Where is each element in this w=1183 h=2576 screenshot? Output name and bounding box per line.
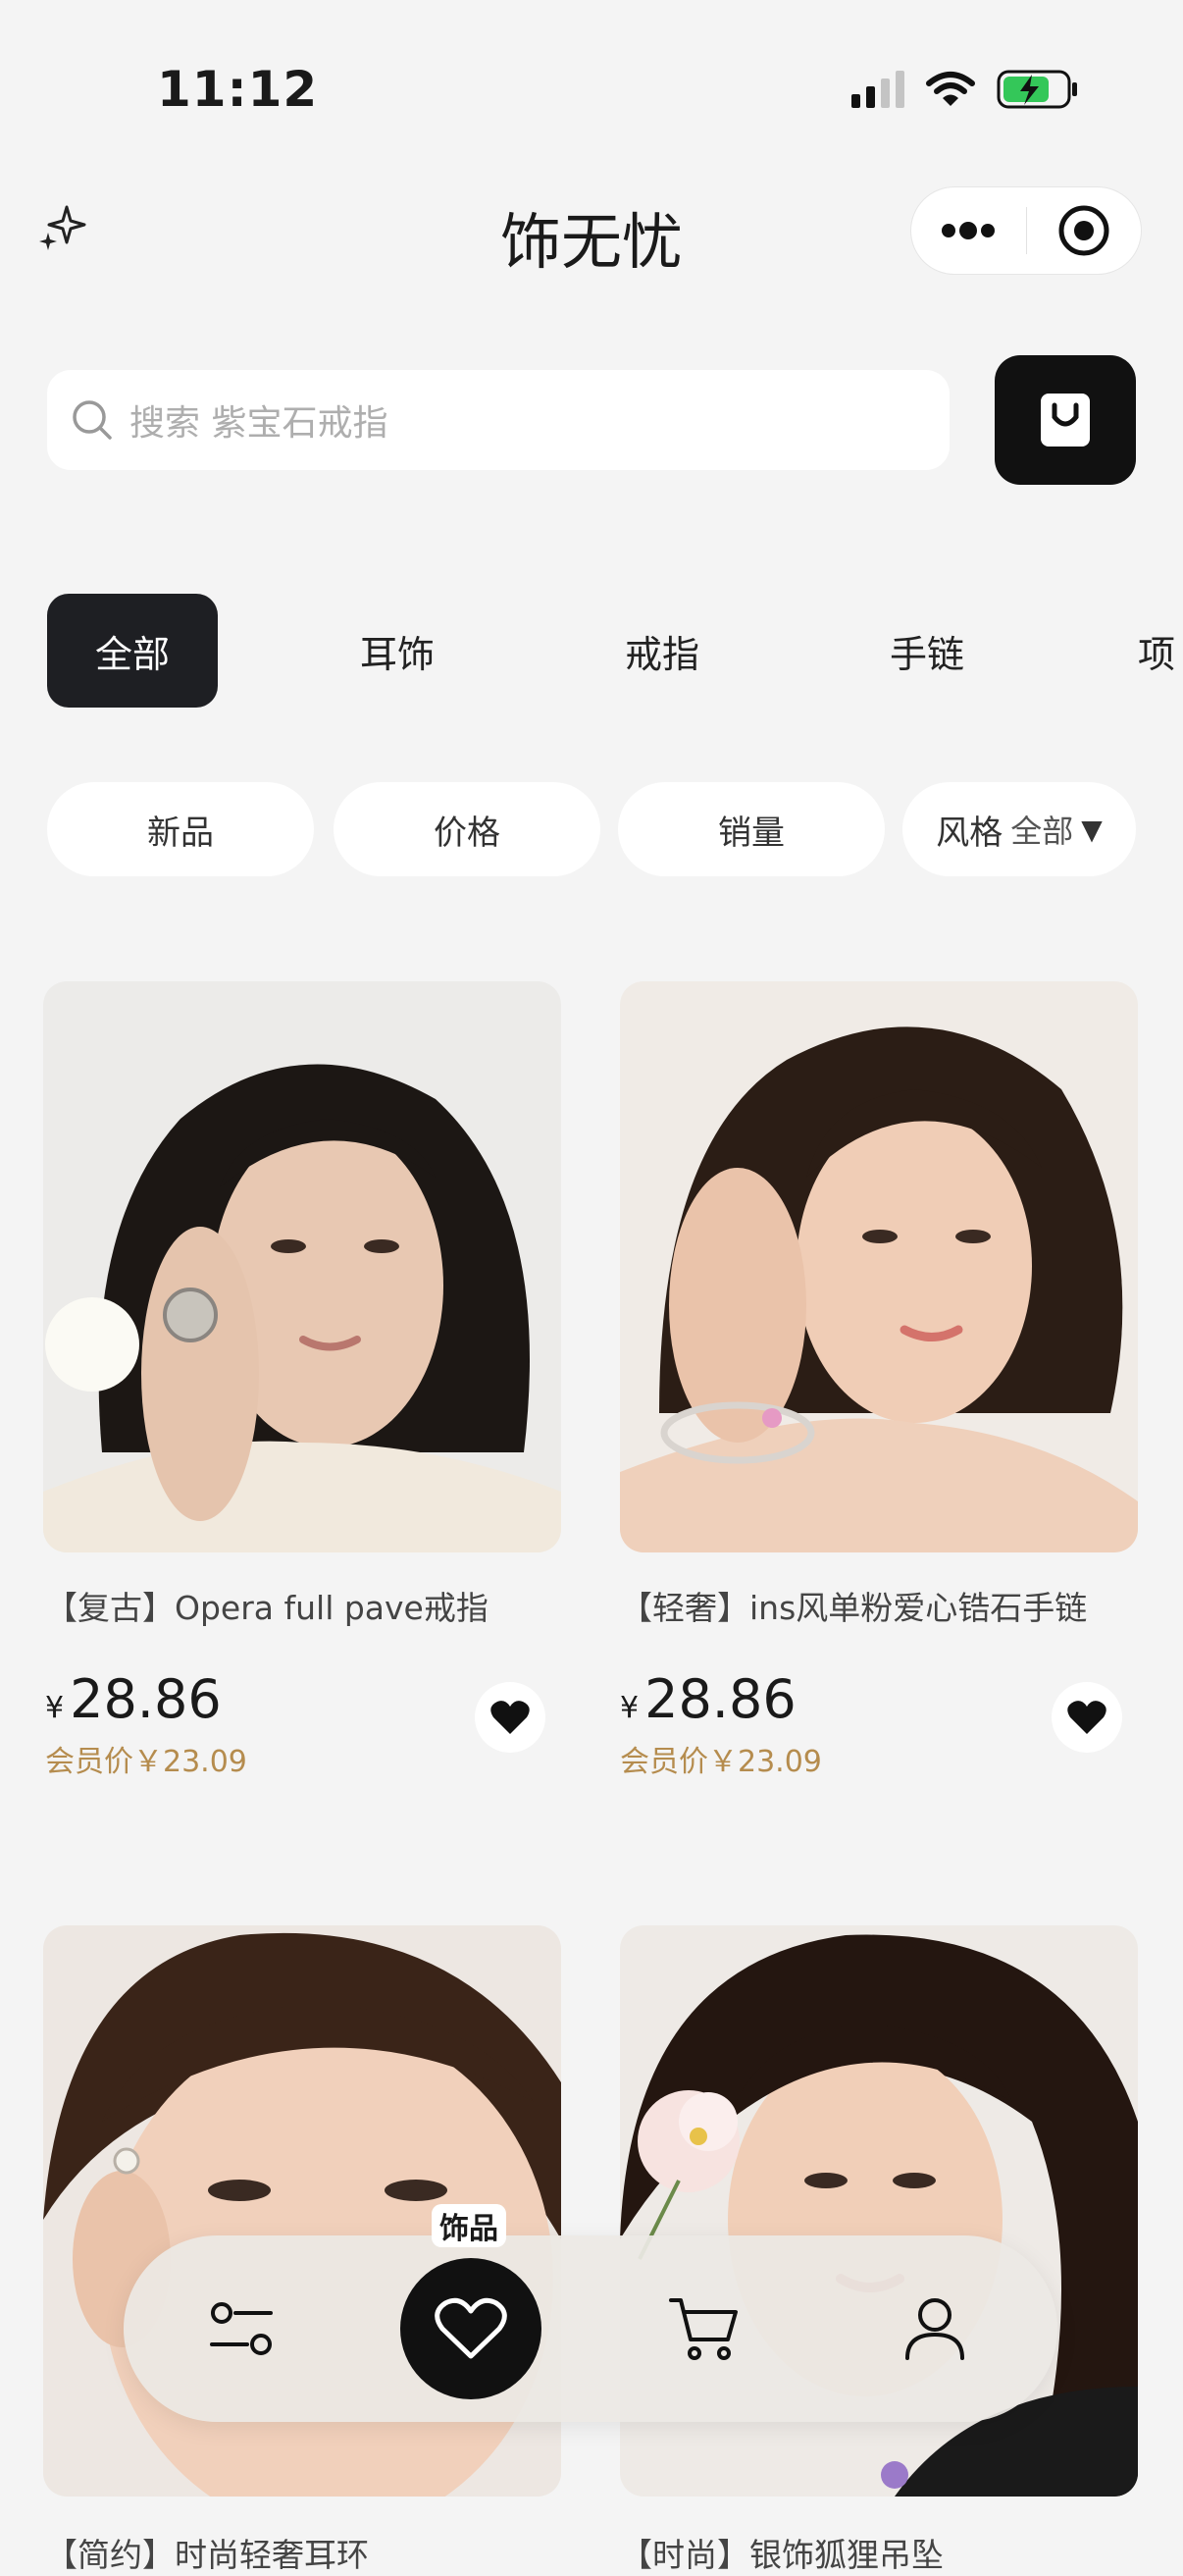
product-image[interactable] xyxy=(43,981,561,1552)
tab-profile[interactable] xyxy=(876,2235,994,2422)
bottom-tab-bar xyxy=(124,2235,1057,2422)
tab-jewelry[interactable] xyxy=(400,2258,541,2399)
product-name[interactable]: 【复古】Opera full pave戒指 xyxy=(45,1582,489,1629)
category-tab-all[interactable]: 全部 xyxy=(47,594,218,708)
member-price: 会员价￥23.09 xyxy=(620,1745,822,1779)
currency-symbol: ¥ xyxy=(45,1691,65,1725)
tab-filter[interactable] xyxy=(182,2235,300,2422)
currency-symbol: ¥ xyxy=(620,1691,640,1725)
category-tab-rings[interactable]: 戒指 xyxy=(598,594,726,708)
product-name[interactable]: 【时尚】银饰狐狸吊坠 xyxy=(620,2529,944,2576)
target-icon xyxy=(1058,205,1109,256)
miniprogram-capsule xyxy=(910,186,1142,275)
filter-sales[interactable]: 销量 xyxy=(618,782,885,876)
product-name[interactable]: 【简约】时尚轻奢耳环 xyxy=(45,2529,369,2576)
tab-jewelry-label: 饰品 xyxy=(432,2204,506,2247)
product-price: ¥ 28.86 xyxy=(620,1668,797,1730)
heart-icon xyxy=(1067,1701,1106,1734)
heart-icon xyxy=(435,2297,507,2359)
filter-style-label: 风格 xyxy=(936,813,1003,853)
search-input[interactable]: 搜索 紫宝石戒指 xyxy=(47,370,950,470)
filter-new[interactable]: 新品 xyxy=(47,782,314,876)
filter-style-value: 全部 xyxy=(1010,813,1074,850)
product-name[interactable]: 【轻奢】ins风单粉爱心锆石手链 xyxy=(620,1582,1087,1629)
user-icon xyxy=(905,2298,964,2360)
search-icon xyxy=(73,400,112,440)
dropdown-arrow-icon: ▼ xyxy=(1081,813,1103,846)
filter-price[interactable]: 价格 xyxy=(334,782,600,876)
product-price: ¥ 28.86 xyxy=(45,1668,222,1730)
shopping-bag-button[interactable] xyxy=(995,355,1136,485)
cart-icon xyxy=(669,2298,738,2360)
battery-icon xyxy=(997,70,1077,109)
tab-cart[interactable] xyxy=(645,2235,763,2422)
status-time: 11:12 xyxy=(157,61,319,118)
member-price: 会员价￥23.09 xyxy=(45,1745,247,1779)
heart-icon xyxy=(490,1701,530,1734)
close-miniprogram-button[interactable] xyxy=(1027,187,1142,274)
more-dots-icon xyxy=(942,222,996,239)
wifi-icon xyxy=(926,72,975,106)
status-icons xyxy=(851,69,1079,110)
filter-sliders-icon xyxy=(210,2302,273,2355)
category-tab-bracelets[interactable]: 手链 xyxy=(863,594,991,708)
filter-style[interactable]: 风格 全部 ▼ xyxy=(902,782,1136,876)
price-value: 28.86 xyxy=(644,1668,797,1730)
category-tab-necklaces[interactable]: 项 xyxy=(1138,594,1183,708)
category-tab-earrings[interactable]: 耳饰 xyxy=(334,594,461,708)
search-placeholder: 搜索 紫宝石戒指 xyxy=(129,403,388,444)
cellular-signal-icon xyxy=(851,71,904,108)
favorite-button[interactable] xyxy=(1052,1682,1122,1753)
price-value: 28.86 xyxy=(70,1668,222,1730)
more-button[interactable] xyxy=(911,187,1026,274)
favorite-button[interactable] xyxy=(475,1682,545,1753)
product-image[interactable] xyxy=(620,981,1138,1552)
shopping-bag-icon xyxy=(1041,394,1090,447)
